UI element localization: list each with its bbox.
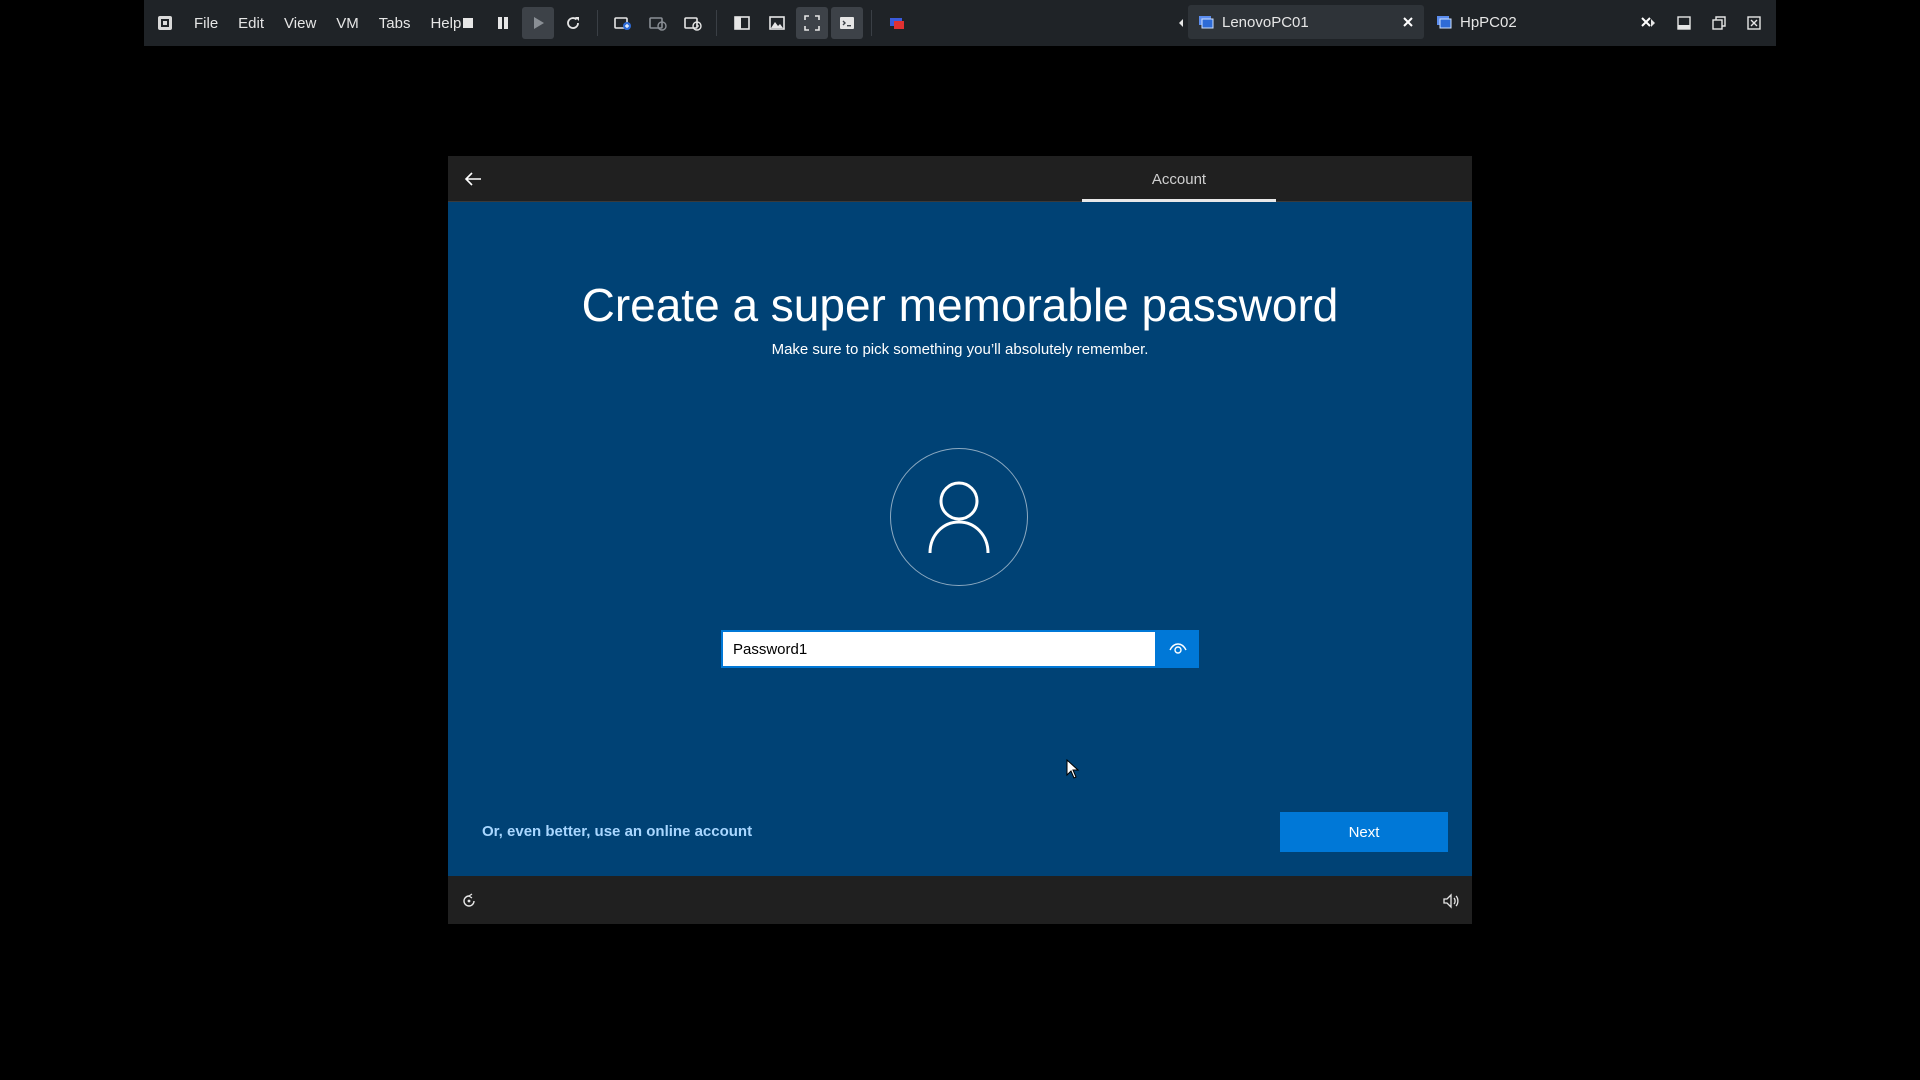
step-indicator	[1082, 199, 1276, 202]
pause-button[interactable]	[487, 7, 519, 39]
snapshot-manager-button[interactable]	[677, 7, 709, 39]
pause-icon	[498, 17, 508, 29]
stop-button[interactable]	[452, 7, 484, 39]
password-input[interactable]	[721, 630, 1157, 668]
back-button[interactable]	[458, 164, 488, 194]
tab-hppc02[interactable]: HpPC02	[1426, 5, 1662, 39]
restore-button[interactable]	[1703, 7, 1735, 39]
vm-app-icon[interactable]	[157, 15, 173, 31]
menu-bar: File Edit View VM Tabs Help	[194, 0, 481, 46]
thumbnail-bar-button[interactable]	[761, 7, 793, 39]
vm-icon	[1199, 16, 1214, 29]
menu-view[interactable]: View	[284, 15, 316, 32]
play-button[interactable]	[522, 7, 554, 39]
menu-file[interactable]: File	[194, 15, 218, 32]
step-account: Account	[1151, 170, 1207, 188]
menu-vm[interactable]: VM	[336, 15, 359, 32]
snapshot-take-icon	[614, 17, 631, 30]
menu-tabs[interactable]: Tabs	[379, 15, 411, 32]
mouse-cursor-icon	[1066, 759, 1080, 779]
tab-label: HpPC02	[1460, 13, 1517, 31]
toolbar-separator	[597, 10, 598, 36]
toolbar-separator	[716, 10, 717, 36]
oobe-header: Account	[448, 156, 1472, 202]
close-window-button[interactable]	[1738, 7, 1770, 39]
vm-toolbar: File Edit View VM Tabs Help LenovoPC01 H…	[144, 0, 1776, 46]
play-icon	[534, 17, 544, 29]
page-title: Create a super memorable password	[581, 279, 1339, 331]
image-icon	[769, 16, 785, 30]
snapshot-revert-icon	[649, 17, 667, 31]
fullscreen-icon	[804, 15, 820, 31]
show-library-button[interactable]	[726, 7, 758, 39]
minimize-button[interactable]	[1668, 7, 1700, 39]
online-account-link[interactable]: Or, even better, use an online account	[482, 823, 752, 840]
tab-label: LenovoPC01	[1222, 13, 1309, 31]
snapshot-revert-button[interactable]	[642, 7, 674, 39]
stop-icon	[463, 18, 473, 28]
close-tab-icon[interactable]	[1400, 14, 1416, 30]
reveal-password-button[interactable]	[1157, 630, 1199, 668]
tab-lenovopc01[interactable]: LenovoPC01	[1188, 5, 1424, 39]
restore-icon	[1712, 16, 1726, 30]
restart-button[interactable]	[557, 7, 589, 39]
password-field-group	[721, 630, 1199, 668]
sidebar-icon	[734, 16, 750, 30]
avatar	[890, 448, 1028, 586]
next-button[interactable]: Next	[1280, 812, 1448, 852]
vm-icon	[1437, 16, 1452, 29]
page-subtitle: Make sure to pick something you’ll absol…	[771, 341, 1149, 358]
unity-icon	[890, 18, 904, 29]
minimize-icon	[1677, 16, 1691, 30]
restart-icon	[567, 17, 579, 29]
tab-scroll-right-icon[interactable]	[1648, 16, 1658, 30]
console-view-icon	[840, 17, 854, 29]
full-screen-button[interactable]	[796, 7, 828, 39]
close-icon	[1747, 16, 1761, 30]
snapshot-manager-icon	[684, 17, 702, 31]
back-arrow-icon	[464, 172, 481, 186]
eye-icon	[1169, 643, 1187, 654]
tab-scroll-left-icon[interactable]	[1176, 16, 1186, 30]
accessibility-icon[interactable]	[460, 892, 478, 910]
unity-mode-button[interactable]	[831, 7, 863, 39]
unity-button[interactable]	[881, 7, 913, 39]
user-icon	[928, 481, 990, 554]
toolbar-separator	[871, 10, 872, 36]
volume-icon[interactable]	[1442, 892, 1460, 910]
menu-edit[interactable]: Edit	[238, 15, 264, 32]
oobe-footer	[448, 876, 1472, 924]
snapshot-take-button[interactable]	[607, 7, 639, 39]
guest-screen: Account Create a super memorable passwor…	[448, 156, 1472, 924]
